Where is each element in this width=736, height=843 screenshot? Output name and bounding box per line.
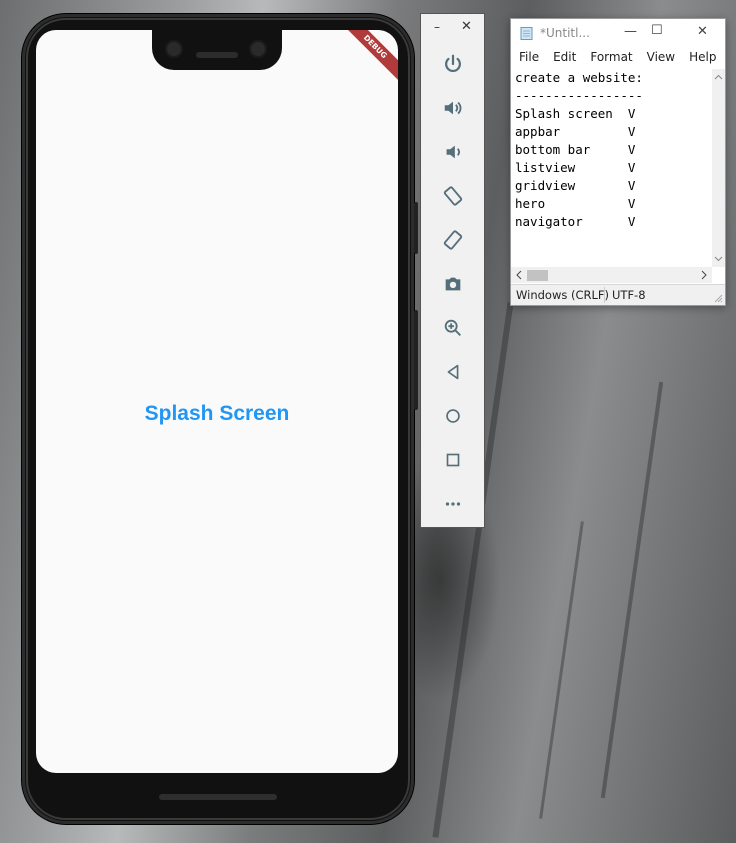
emulator-close-button[interactable]: ✕ xyxy=(461,19,472,34)
horizontal-scrollbar[interactable] xyxy=(511,267,712,283)
emulator-minimize-button[interactable]: – xyxy=(434,20,440,34)
menu-edit[interactable]: Edit xyxy=(552,47,583,69)
text-line: ----------------- xyxy=(515,88,643,103)
text-line: hero V xyxy=(515,196,636,211)
overview-button[interactable] xyxy=(421,438,484,482)
emulator-toolbar: – ✕ xyxy=(420,13,485,528)
app-screen[interactable]: Splash Screen DEBUG xyxy=(36,30,398,773)
scroll-up-icon xyxy=(714,74,723,80)
power-icon xyxy=(444,54,461,73)
front-camera-icon xyxy=(165,40,183,58)
phone-chin-speaker xyxy=(159,794,277,800)
debug-banner: DEBUG xyxy=(338,30,398,84)
scroll-right-icon xyxy=(701,270,707,280)
rotate-left-icon xyxy=(443,186,462,206)
screenshot-button[interactable] xyxy=(421,262,484,306)
text-line: listview V xyxy=(515,160,636,175)
splash-title: Splash Screen xyxy=(144,402,290,425)
close-button[interactable]: ✕ xyxy=(697,24,708,39)
phone-device: Splash Screen DEBUG xyxy=(22,14,418,824)
rotate-right-icon xyxy=(443,230,462,250)
home-button[interactable] xyxy=(421,394,484,438)
notepad-statusbar: Windows (CRLF) UTF-8 xyxy=(511,284,725,305)
zoom-icon xyxy=(444,319,461,336)
menu-help[interactable]: Help xyxy=(688,47,723,69)
text-line: bottom bar V xyxy=(515,142,636,157)
phone-power-button[interactable] xyxy=(414,202,418,254)
earpiece-speaker xyxy=(196,52,238,58)
overview-icon xyxy=(446,453,459,467)
more-icon xyxy=(445,502,460,506)
notepad-text-area[interactable]: create a website: ----------------- Spla… xyxy=(511,69,712,267)
volume-down-button[interactable] xyxy=(421,130,484,174)
status-divider xyxy=(604,287,605,303)
notepad-menubar: File Edit Format View Help xyxy=(511,47,725,69)
scroll-down-icon xyxy=(714,256,723,262)
scroll-thumb[interactable] xyxy=(527,270,548,281)
text-line: gridview V xyxy=(515,178,636,193)
rotate-left-button[interactable] xyxy=(421,174,484,218)
front-camera-icon xyxy=(249,40,267,58)
minimize-button[interactable]: — xyxy=(624,24,637,39)
text-line: create a website: xyxy=(515,70,643,85)
back-button[interactable] xyxy=(421,350,484,394)
scroll-left-icon xyxy=(516,270,522,280)
menu-file[interactable]: File xyxy=(518,47,546,69)
back-icon xyxy=(447,364,458,380)
maximize-button[interactable]: ☐ xyxy=(651,23,663,38)
menu-format[interactable]: Format xyxy=(589,47,639,69)
notepad-icon xyxy=(520,27,533,40)
notepad-titlebar[interactable]: *Untitl... — ☐ ✕ xyxy=(511,19,725,47)
background-texture xyxy=(600,381,664,799)
volume-up-button[interactable] xyxy=(421,86,484,130)
camera-icon xyxy=(445,277,460,291)
notepad-window: *Untitl... — ☐ ✕ File Edit Format View H… xyxy=(510,18,726,306)
volume-up-icon xyxy=(444,101,461,115)
vertical-scrollbar[interactable] xyxy=(712,69,725,267)
home-icon xyxy=(445,409,460,423)
line-ending-status: Windows (CRLF) xyxy=(516,288,610,302)
power-button[interactable] xyxy=(421,42,484,86)
volume-down-icon xyxy=(446,145,460,159)
zoom-button[interactable] xyxy=(421,306,484,350)
text-line: appbar V xyxy=(515,124,636,139)
background-texture xyxy=(539,521,584,819)
menu-view[interactable]: View xyxy=(646,47,682,69)
more-button[interactable] xyxy=(421,482,484,526)
rotate-right-button[interactable] xyxy=(421,218,484,262)
resize-grip-icon[interactable] xyxy=(713,293,723,303)
text-line: navigator V xyxy=(515,214,636,229)
notepad-title: *Untitl... xyxy=(540,26,590,40)
phone-volume-button[interactable] xyxy=(414,310,418,410)
phone-notch xyxy=(152,28,282,70)
encoding-status: UTF-8 xyxy=(612,288,646,302)
text-line: Splash screen V xyxy=(515,106,636,121)
